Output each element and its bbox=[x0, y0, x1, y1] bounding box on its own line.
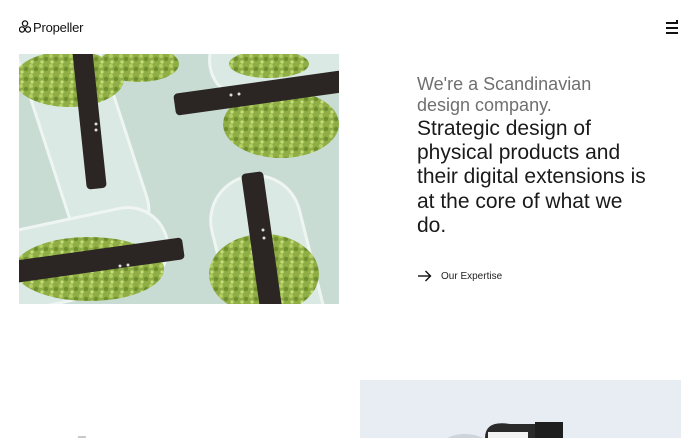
our-expertise-link[interactable]: Our Expertise bbox=[418, 270, 502, 282]
intro-text: We're a Scandinavian design company. bbox=[417, 74, 592, 115]
bottom-product-image bbox=[360, 380, 681, 438]
logo[interactable]: Propeller bbox=[19, 18, 83, 36]
arrow-right-icon bbox=[418, 270, 432, 282]
page: Propeller We're a Scandinavian design co… bbox=[0, 0, 700, 438]
hero-product-photo bbox=[19, 54, 339, 304]
logo-text: Propeller bbox=[33, 19, 84, 35]
hamburger-menu-icon[interactable] bbox=[664, 19, 680, 35]
hero-image bbox=[19, 54, 339, 304]
statement-text: Strategic design of physical products an… bbox=[417, 117, 646, 237]
product-photo bbox=[360, 380, 681, 438]
cta-label: Our Expertise bbox=[441, 270, 503, 282]
propeller-logo-icon bbox=[19, 20, 31, 33]
